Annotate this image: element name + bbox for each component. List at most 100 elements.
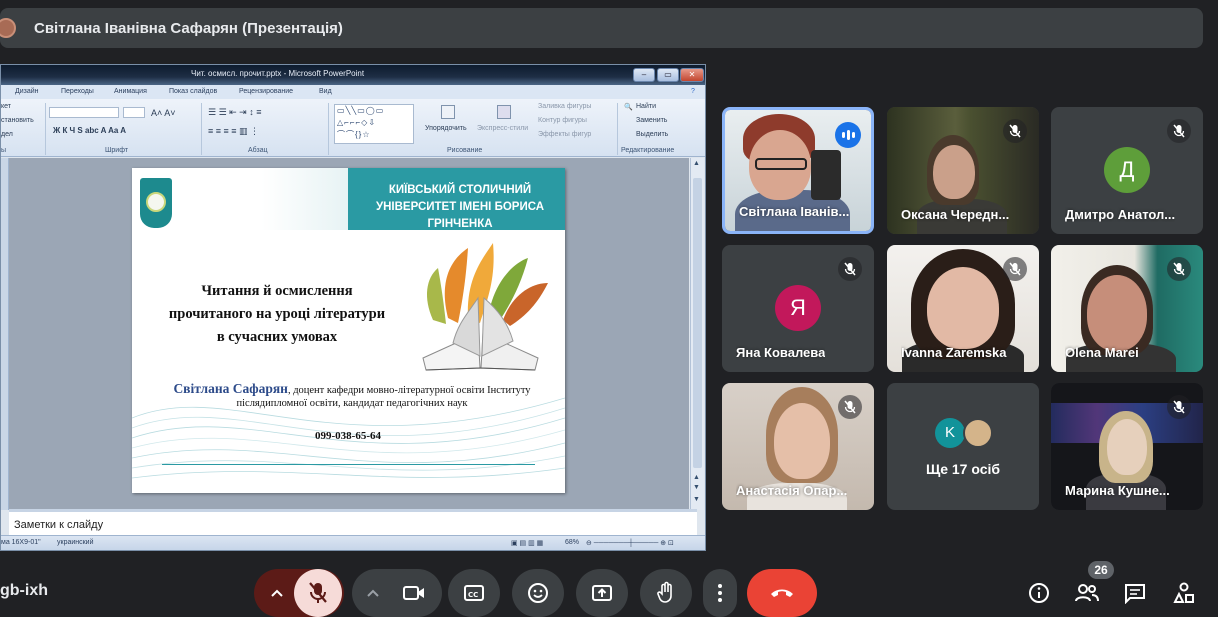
group-font-label: Шрифт <box>105 147 129 154</box>
presentation-title: Світлана Іванівна Сафарян (Презентація) <box>34 19 343 37</box>
chevron-up-icon[interactable] <box>270 587 284 599</box>
scroll-down-icon[interactable]: ▼ <box>693 496 700 503</box>
slide: КИЇВСЬКИЙ СТОЛИЧНИЙ УНІВЕРСИТЕТ ІМЕНІ БО… <box>132 168 565 493</box>
slide-author: Світлана Сафарян <box>173 381 288 396</box>
people-count-badge: 26 <box>1088 561 1114 579</box>
arrange-button[interactable]: Упорядочить <box>425 125 467 132</box>
scroll-thumb[interactable] <box>693 178 702 468</box>
mic-off-icon <box>1003 119 1027 143</box>
close-window-button[interactable]: ✕ <box>680 68 704 82</box>
minimize-button[interactable]: – <box>633 68 655 82</box>
participant-tile[interactable]: Анастасія Опар... <box>722 383 874 510</box>
participant-name: Дмитро Анатол... <box>1065 207 1176 222</box>
participant-avatar: K <box>935 418 965 448</box>
meeting-code: gb-ixh <box>0 582 48 599</box>
participant-avatar: Я <box>775 285 821 331</box>
chevron-up-icon[interactable] <box>366 587 380 599</box>
tab-slideshow[interactable]: Показ слайдов <box>169 88 217 95</box>
shape-outline-button[interactable]: Контур фигуры <box>538 117 587 124</box>
mic-off-icon <box>309 582 327 603</box>
list-icons[interactable]: ☰ ☰ ⇤ ⇥ ↕ ≡ <box>208 107 261 118</box>
tab-transitions[interactable]: Переходы <box>61 88 94 95</box>
tab-animation[interactable]: Анимация <box>114 88 147 95</box>
participant-avatar: Д <box>1104 147 1150 193</box>
present-icon <box>592 585 612 601</box>
raise-hand-button[interactable] <box>640 569 692 617</box>
font-size-select[interactable] <box>123 107 145 118</box>
speaking-indicator-icon <box>835 122 861 148</box>
raise-hand-icon <box>657 581 672 603</box>
leave-call-button[interactable] <box>747 569 817 617</box>
participant-tile[interactable]: Світлана Іванів... <box>722 107 874 234</box>
more-icon <box>718 584 722 602</box>
info-icon[interactable] <box>1028 582 1050 604</box>
arrange-icon[interactable] <box>441 105 455 119</box>
captions-button[interactable]: CC <box>448 569 500 617</box>
ribbon-clipped-2[interactable]: становить <box>1 117 34 124</box>
participant-tile[interactable]: Ivanna Zaremska <box>887 245 1039 372</box>
vertical-scrollbar[interactable]: ▲ ▲ ▼ ▼ <box>690 158 704 510</box>
participant-name: Olena Marei <box>1065 345 1139 360</box>
tab-review[interactable]: Рецензирование <box>239 88 293 95</box>
reactions-button[interactable] <box>512 569 564 617</box>
participant-tile[interactable]: Д Дмитро Анатол... <box>1051 107 1203 234</box>
people-icon[interactable] <box>1074 582 1100 604</box>
participant-name: Ivanna Zaremska <box>901 345 1007 360</box>
status-language[interactable]: украинский <box>57 539 94 546</box>
zoom-slider[interactable]: ⊖ ───────┼───── ⊕ ⊡ <box>586 539 674 547</box>
mic-toggle-button[interactable] <box>294 569 342 617</box>
find-icon[interactable]: 🔍 <box>624 103 633 111</box>
glasses-icon <box>755 158 807 170</box>
slide-phone: 099-038-65-64 <box>315 430 381 442</box>
participant-name: Світлана Іванів... <box>739 204 850 219</box>
mic-off-icon <box>838 395 862 419</box>
notes-placeholder: Заметки к слайду <box>14 519 104 531</box>
mic-off-icon <box>838 257 862 281</box>
present-button[interactable] <box>576 569 628 617</box>
font-style-icons[interactable]: Ж К Ч S abc A Aa A <box>53 126 126 135</box>
quick-styles-button[interactable]: Экспресс-стили <box>477 125 528 132</box>
status-theme: ма 16X9-01" <box>1 539 41 546</box>
find-button[interactable]: Найти <box>636 103 656 110</box>
participant-tile[interactable]: Я Яна Ковалева <box>722 245 874 372</box>
slide-title-line-3: в сучасних умовах <box>216 329 338 345</box>
more-options-button[interactable] <box>703 569 737 617</box>
camera-toggle-button[interactable] <box>390 569 438 617</box>
participant-tile[interactable]: Оксана Чередн... <box>887 107 1039 234</box>
activities-icon[interactable] <box>1172 582 1196 604</box>
maximize-button[interactable]: ▭ <box>657 68 679 82</box>
zoom-level[interactable]: 68% <box>565 539 579 546</box>
ribbon-clipped-1[interactable]: кет <box>1 103 11 110</box>
mic-off-icon <box>1167 257 1191 281</box>
chat-icon[interactable] <box>1124 582 1146 604</box>
font-grow-icon[interactable]: A˄ A˅ <box>151 108 176 118</box>
participant-name: Оксана Чередн... <box>901 207 1010 222</box>
scroll-up-icon[interactable]: ▲ <box>693 160 700 167</box>
tab-view[interactable]: Вид <box>319 88 332 95</box>
prev-slide-icon[interactable]: ▲ <box>693 474 700 481</box>
book-illustration <box>422 243 548 371</box>
shapes-gallery[interactable]: ▭╲╲▭◯▭ △⌐⌐⌐◇⇩ ⌒⌒{}☆ <box>334 104 414 144</box>
group-paragraph-label: Абзац <box>248 147 268 154</box>
participant-tile[interactable]: Марина Кушне... <box>1051 383 1203 510</box>
select-button[interactable]: Выделить <box>636 131 668 138</box>
align-icons[interactable]: ≡ ≡ ≡ ≡ ▥ ⋮ <box>208 126 259 137</box>
more-participants-tile[interactable]: K Ще 17 осіб <box>887 383 1039 510</box>
university-emblem <box>146 192 166 212</box>
font-name-select[interactable] <box>49 107 119 118</box>
shape-fill-button[interactable]: Заливка фигуры <box>538 103 591 110</box>
ribbon-clipped-3[interactable]: дел <box>1 131 13 138</box>
tab-design[interactable]: Дизайн <box>15 88 39 95</box>
participant-tile[interactable]: Olena Marei <box>1051 245 1203 372</box>
next-slide-icon[interactable]: ▼ <box>693 484 700 491</box>
help-icon[interactable]: ? <box>691 88 695 95</box>
shape-effects-button[interactable]: Эффекты фигур <box>538 131 591 138</box>
notes-pane[interactable]: Заметки к слайду <box>9 509 697 535</box>
replace-button[interactable]: Заменить <box>636 117 667 124</box>
view-buttons-icon[interactable]: ▣ ▤ ▥ ▦ <box>511 539 543 547</box>
slides-pane[interactable] <box>1 158 9 510</box>
participant-avatar-photo <box>963 418 993 448</box>
mic-off-icon <box>1167 395 1191 419</box>
ribbon-clipped-4: ы <box>1 147 7 154</box>
quick-styles-icon[interactable] <box>497 105 511 119</box>
